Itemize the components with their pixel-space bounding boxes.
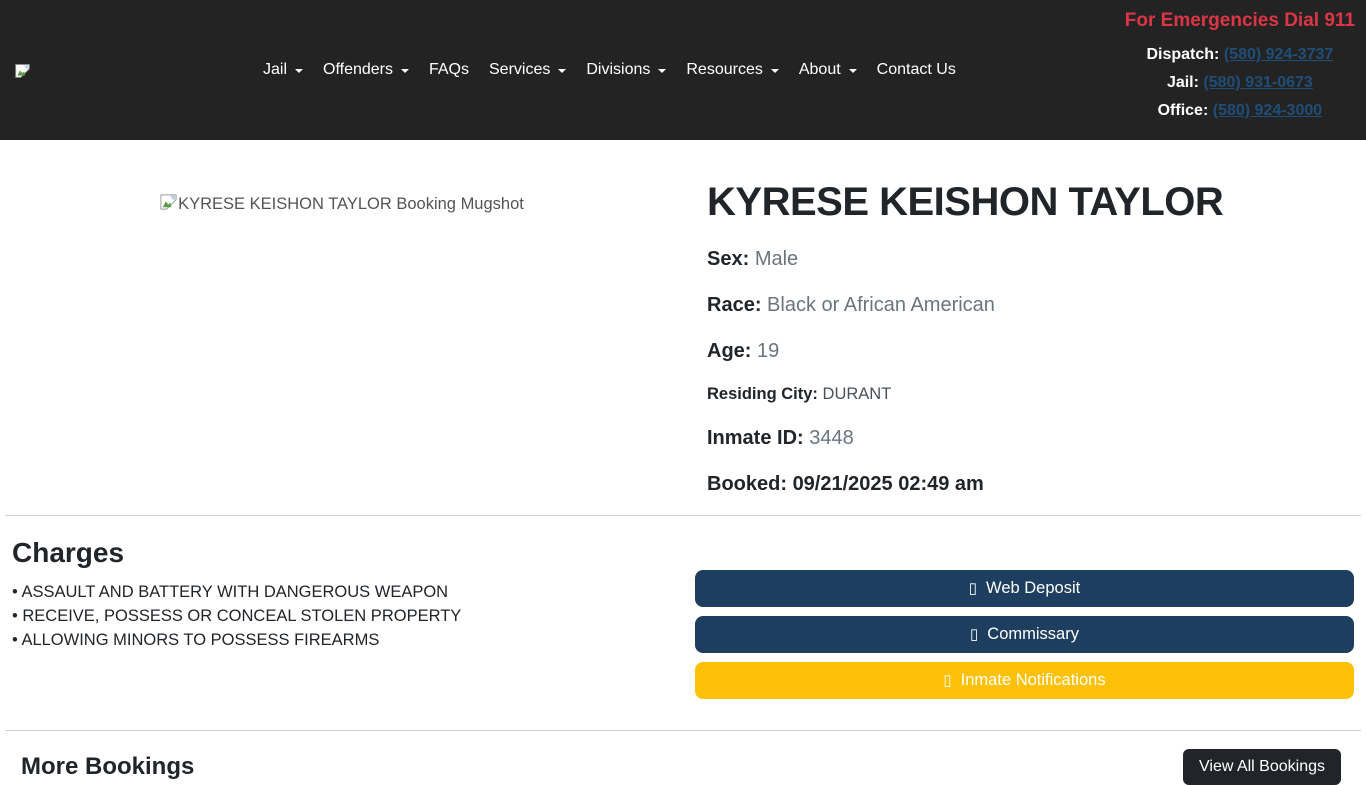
age-row: Age: 19 <box>707 336 1354 366</box>
more-bookings-heading: More Bookings <box>21 752 194 782</box>
sex-label: Sex: <box>707 248 749 270</box>
inmate-notifications-button[interactable]: ▯ Inmate Notifications <box>695 662 1354 699</box>
web-deposit-icon: ▯ <box>969 581 977 596</box>
charge-item: ASSAULT AND BATTERY WITH DANGEROUS WEAPO… <box>12 580 683 604</box>
nav-item-about[interactable]: About <box>789 61 867 79</box>
nav-item-jail[interactable]: Jail <box>253 61 313 79</box>
dispatch-phone-row: Dispatch: (580) 924-3737 <box>1125 41 1355 69</box>
charges-section: Charges ASSAULT AND BATTERY WITH DANGERO… <box>0 516 1366 708</box>
jail-phone-row: Jail: (580) 931-0673 <box>1125 69 1355 97</box>
inmate-details-column: KYRESE KEISHON TAYLOR Sex: Male Race: Bl… <box>683 178 1366 515</box>
race-row: Race: Black or African American <box>707 290 1354 320</box>
inmate-id-value: 3448 <box>809 427 854 449</box>
emergency-title: For Emergencies Dial 911 <box>1125 8 1355 34</box>
office-label: Office: <box>1158 102 1209 119</box>
actions-column: ▯ Web Deposit ▯ Commissary ▯ Inmate Noti… <box>683 536 1366 708</box>
site-logo-broken-image[interactable] <box>14 62 31 79</box>
jail-phone-link[interactable]: (580) 931-0673 <box>1203 74 1312 91</box>
inmate-notifications-icon: ▯ <box>943 673 951 688</box>
nav-item-contact-us[interactable]: Contact Us <box>867 61 966 79</box>
residing-city-value: DURANT <box>823 385 892 403</box>
nav-item-faqs[interactable]: FAQs <box>419 61 479 79</box>
emergency-contacts: For Emergencies Dial 911 Dispatch: (580)… <box>1125 8 1355 125</box>
dispatch-label: Dispatch: <box>1146 46 1219 63</box>
charge-item: ALLOWING MINORS TO POSSESS FIREARMS <box>12 628 683 652</box>
web-deposit-label: Web Deposit <box>986 579 1080 598</box>
age-label: Age: <box>707 340 751 362</box>
charge-list: ASSAULT AND BATTERY WITH DANGEROUS WEAPO… <box>12 580 683 652</box>
nav-item-services[interactable]: Services <box>479 61 576 79</box>
inmate-name-heading: KYRESE KEISHON TAYLOR <box>707 178 1354 226</box>
race-label: Race: <box>707 294 761 316</box>
chevron-down-icon <box>558 69 566 73</box>
charges-heading: Charges <box>12 536 683 570</box>
sex-row: Sex: Male <box>707 244 1354 274</box>
inmate-id-label: Inmate ID: <box>707 427 804 449</box>
view-all-bookings-button[interactable]: View All Bookings <box>1183 749 1341 785</box>
broken-image-icon <box>14 66 31 83</box>
residing-city-label: Residing City: <box>707 385 818 403</box>
dispatch-phone-link[interactable]: (580) 924-3737 <box>1224 46 1333 63</box>
booking-detail-page: KYRESE KEISHON TAYLOR Booking Mugshot KY… <box>0 140 1366 785</box>
mugshot-column: KYRESE KEISHON TAYLOR Booking Mugshot <box>0 178 683 515</box>
jail-label: Jail: <box>1167 74 1199 91</box>
mugshot-broken-image: KYRESE KEISHON TAYLOR Booking Mugshot <box>0 192 683 216</box>
booked-value: 09/21/2025 02:49 am <box>793 473 984 495</box>
chevron-down-icon <box>295 69 303 73</box>
site-header: Jail Offenders FAQs Services Divisions R… <box>0 0 1366 140</box>
race-value: Black or African American <box>767 294 995 316</box>
office-phone-link[interactable]: (580) 924-3000 <box>1213 102 1322 119</box>
broken-image-icon <box>159 192 178 216</box>
commissary-icon: ▯ <box>970 627 978 642</box>
charge-item: RECEIVE, POSSESS OR CONCEAL STOLEN PROPE… <box>12 604 683 628</box>
inmate-notifications-label: Inmate Notifications <box>961 671 1106 690</box>
more-bookings-section: More Bookings View All Bookings <box>0 731 1366 785</box>
charges-column: Charges ASSAULT AND BATTERY WITH DANGERO… <box>0 536 683 708</box>
main-nav: Jail Offenders FAQs Services Divisions R… <box>253 0 966 140</box>
web-deposit-button[interactable]: ▯ Web Deposit <box>695 570 1354 607</box>
booked-label: Booked: <box>707 473 787 495</box>
booked-row: Booked: 09/21/2025 02:49 am <box>707 469 1354 499</box>
inmate-profile-section: KYRESE KEISHON TAYLOR Booking Mugshot KY… <box>0 140 1366 515</box>
nav-item-resources[interactable]: Resources <box>676 61 788 79</box>
chevron-down-icon <box>849 69 857 73</box>
residing-city-row: Residing City: DURANT <box>707 382 1354 407</box>
office-phone-row: Office: (580) 924-3000 <box>1125 97 1355 125</box>
nav-item-divisions[interactable]: Divisions <box>576 61 676 79</box>
commissary-label: Commissary <box>987 625 1079 644</box>
mugshot-alt-text: KYRESE KEISHON TAYLOR Booking Mugshot <box>178 194 524 214</box>
nav-item-offenders[interactable]: Offenders <box>313 61 419 79</box>
commissary-button[interactable]: ▯ Commissary <box>695 616 1354 653</box>
chevron-down-icon <box>658 69 666 73</box>
sex-value: Male <box>755 248 798 270</box>
chevron-down-icon <box>401 69 409 73</box>
chevron-down-icon <box>771 69 779 73</box>
inmate-id-row: Inmate ID: 3448 <box>707 423 1354 453</box>
age-value: 19 <box>757 340 779 362</box>
